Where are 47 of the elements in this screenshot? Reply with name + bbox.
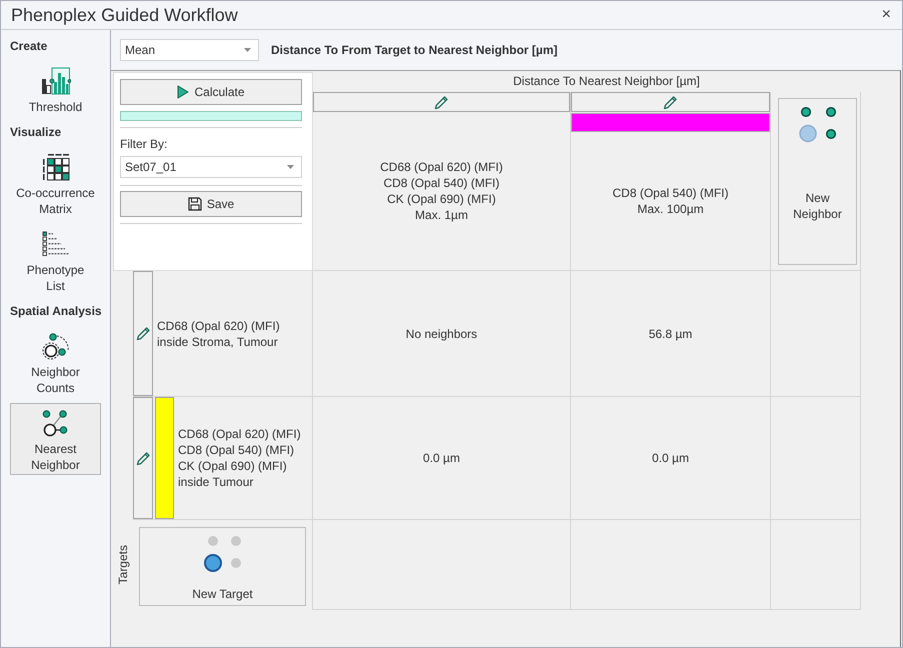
- targets-label: Targets: [116, 545, 130, 585]
- table-cell: No neighbors: [313, 271, 571, 397]
- filter-dropdown[interactable]: Set07_01: [120, 156, 302, 178]
- save-icon: [188, 197, 202, 211]
- nearest-neighbor-icon: [42, 409, 70, 437]
- sidebar-item[interactable]: Threshold: [10, 61, 101, 117]
- sidebar-item[interactable]: Phenotype List: [10, 224, 101, 296]
- target-label: CD68 (Opal 620) (MFI) inside Stroma, Tumour: [157, 318, 280, 350]
- pencil-icon: [663, 94, 678, 110]
- window-title: Phenoplex Guided Workflow: [11, 4, 238, 26]
- edit-button[interactable]: [133, 271, 153, 396]
- table-cell: 0.0 µm: [313, 397, 571, 520]
- section-title: Visualize: [10, 124, 62, 141]
- pencil-icon: [434, 94, 449, 110]
- list-icon: [42, 231, 70, 257]
- new-neighbor-button[interactable]: New Neighbor: [778, 98, 857, 265]
- pencil-icon: [136, 450, 150, 466]
- histogram-icon: [40, 67, 70, 95]
- filter-label: Filter By:: [120, 136, 168, 152]
- edit-button[interactable]: [133, 397, 153, 519]
- neighbor-label: CD68 (Opal 620) (MFI) CD8 (Opal 540) (MFI) CK (Opal 690) (MFI) Max. 1µm: [380, 159, 503, 223]
- close-button[interactable]: ×: [878, 7, 894, 23]
- dots-icon: [202, 534, 242, 572]
- edit-button[interactable]: [571, 92, 770, 112]
- save-button[interactable]: Save: [120, 191, 302, 217]
- dots-icon: [798, 105, 838, 143]
- pencil-icon: [136, 326, 150, 341]
- caret-icon: [287, 165, 294, 169]
- section-title: Create: [10, 38, 48, 55]
- target-label: CD68 (Opal 620) (MFI) CD8 (Opal 540) (MFI) CK (Opal 690) (MFI) inside Tumour: [178, 426, 301, 490]
- edit-button[interactable]: [313, 92, 570, 112]
- chart-heading: Distance To From Target to Nearest Neighbor [µm]: [271, 43, 558, 57]
- caret-icon: [244, 48, 251, 52]
- section-title: Spatial Analysis: [10, 303, 101, 320]
- neighbor-label: CD8 (Opal 540) (MFI) Max. 100µm: [612, 185, 729, 217]
- table-cell: 56.8 µm: [571, 271, 771, 397]
- sidebar-item[interactable]: Nearest Neighbor: [10, 403, 101, 475]
- new-target-button[interactable]: New Target: [139, 527, 306, 606]
- play-icon: [177, 85, 190, 99]
- sidebar-item[interactable]: Neighbor Counts: [10, 326, 101, 398]
- statistic-dropdown[interactable]: Mean: [120, 39, 259, 61]
- neighbors-heading: Distance To Nearest Neighbor [µm]: [513, 73, 700, 90]
- table-cell: 0.0 µm: [571, 397, 771, 520]
- calculate-button[interactable]: Calculate: [120, 79, 302, 105]
- neighbor-circles-icon: [40, 331, 70, 361]
- matrix-icon: [42, 153, 70, 181]
- sidebar-item[interactable]: Co-occurrence Matrix: [10, 147, 101, 219]
